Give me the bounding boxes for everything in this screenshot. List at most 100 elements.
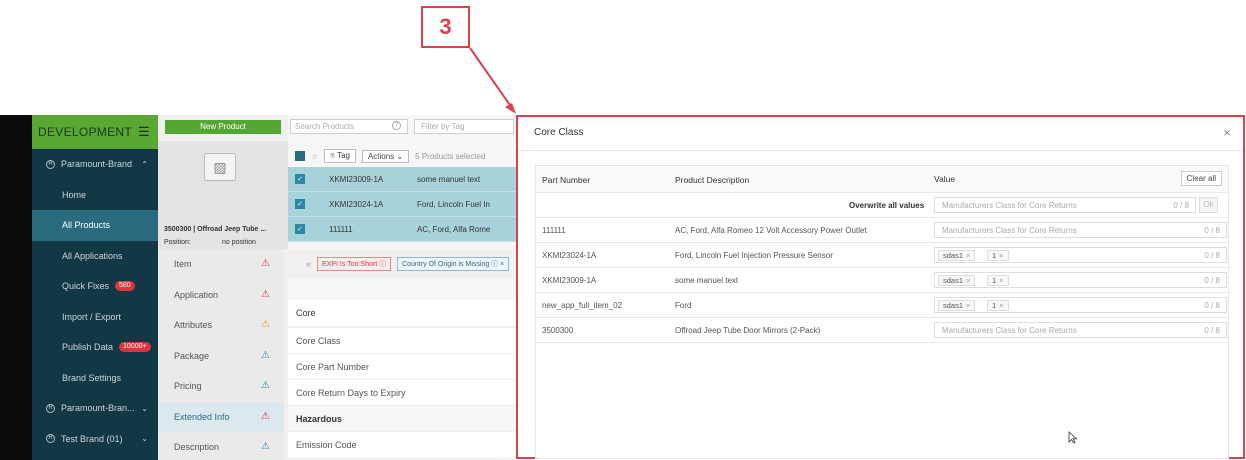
- product-name: 3500300 | Offroad Jeep Tube ...: [164, 226, 267, 233]
- validation-tags-bar: « EXPI Is Too Short ⓘ Country Of Origin …: [288, 249, 518, 279]
- value-chip[interactable]: 1 ×: [987, 275, 1009, 286]
- sidebar-item-all-products[interactable]: All Products: [32, 210, 158, 241]
- position-value: no position: [222, 239, 256, 246]
- error-tag[interactable]: EXPI Is Too Short ⓘ: [317, 257, 392, 271]
- sidebar-brand-paramount-2[interactable]: R Paramount-Bran... ⌄: [32, 393, 158, 424]
- tag-button[interactable]: ⌾ Tag: [324, 149, 356, 163]
- section-application[interactable]: Application ⚠: [158, 279, 284, 310]
- registered-icon: R: [46, 434, 55, 444]
- count-badge: 10000+: [119, 342, 151, 353]
- value-chip[interactable]: sdas1 ×: [938, 275, 976, 286]
- product-description: Ford: [675, 301, 692, 310]
- remove-icon[interactable]: ×: [966, 251, 970, 260]
- remove-icon[interactable]: ×: [999, 301, 1003, 310]
- sidebar-item-publish-data[interactable]: Publish Data 10000+: [32, 332, 158, 363]
- char-count: 0 / 8: [1204, 251, 1220, 260]
- product-description: AC, Ford, Alfa Rome: [417, 224, 491, 234]
- row-checkbox[interactable]: ✓: [295, 174, 305, 184]
- info-tag[interactable]: Country Of Origin is Missing ⓘ ×: [397, 257, 510, 271]
- part-number: 3500300: [542, 326, 574, 335]
- sidebar-brand-test[interactable]: R Test Brand (01) ⌄: [32, 424, 158, 455]
- section-item[interactable]: Item ⚠: [158, 249, 284, 280]
- field-emission-code[interactable]: Emission Code: [288, 431, 518, 457]
- search-input[interactable]: Search Products ?: [290, 119, 408, 134]
- chip-label: sdas1: [943, 301, 964, 310]
- table-row[interactable]: ✓ XKMI23009-1A some manuel text: [288, 167, 518, 192]
- hazardous-section-header: Hazardous: [288, 405, 518, 431]
- table-row: 3500300 Offroad Jeep Tube Door Mirrors (…: [536, 318, 1228, 343]
- filter-placeholder: Filter by Tag: [421, 122, 465, 131]
- step-number-marker: 3: [421, 6, 470, 48]
- sidebar: DEVELOPMENT ☰ R Paramount-Brand ⌃ Home A…: [32, 115, 158, 460]
- value-input[interactable]: sdas1 × 1 × 0 / 8: [934, 297, 1227, 313]
- section-package[interactable]: Package ⚠: [158, 340, 284, 371]
- double-chevron-left-icon[interactable]: «: [306, 259, 311, 269]
- section-pricing[interactable]: Pricing ⚠: [158, 371, 284, 402]
- char-count: 0 / 8: [1173, 201, 1189, 210]
- section-attributes[interactable]: Attributes ⚠: [158, 310, 284, 341]
- remove-icon[interactable]: ×: [999, 251, 1003, 260]
- part-number: XKMI23009-1A: [329, 174, 384, 184]
- input-placeholder: Manufacturers Class for Core Returns: [942, 326, 1077, 335]
- new-product-button[interactable]: New Product: [165, 120, 281, 134]
- hamburger-menu-icon[interactable]: ☰: [138, 124, 150, 140]
- field-core-return-days[interactable]: Core Return Days to Expiry: [288, 379, 518, 405]
- table-row: 111111 AC, Ford, Alfa Romeo 12 Volt Acce…: [536, 218, 1228, 243]
- remove-icon[interactable]: ×: [999, 276, 1003, 285]
- value-chip[interactable]: sdas1 ×: [938, 300, 976, 311]
- value-input[interactable]: sdas1 × 1 × 0 / 8: [934, 247, 1227, 263]
- info-tag-label: Country Of Origin is Missing: [402, 261, 490, 268]
- overwrite-value-input[interactable]: Manufacturers Class for Core Returns 0 /…: [934, 197, 1196, 213]
- section-extended-info[interactable]: Extended Info ⚠: [158, 401, 284, 432]
- sidebar-item-import-export[interactable]: Import / Export: [32, 302, 158, 333]
- product-description: Ford, Lincoln Fuel Injection Pressure Se…: [675, 251, 833, 260]
- part-number: XKMI23024-1A: [329, 199, 384, 209]
- value-input[interactable]: sdas1 × 1 × 0 / 8: [934, 272, 1227, 288]
- sidebar-item-label: All Products: [62, 220, 111, 231]
- product-description: some manuel text: [675, 276, 739, 285]
- row-checkbox[interactable]: ✓: [295, 199, 305, 209]
- sidebar-item-brand-settings[interactable]: Brand Settings: [32, 363, 158, 394]
- sidebar-item-home[interactable]: Home: [32, 180, 158, 211]
- clear-all-button[interactable]: Clear all: [1180, 171, 1222, 186]
- input-placeholder: Manufacturers Class for Core Returns: [942, 226, 1077, 235]
- remove-icon[interactable]: ×: [966, 276, 970, 285]
- table-row[interactable]: ✓ 111111 AC, Ford, Alfa Rome: [288, 217, 518, 242]
- star-icon[interactable]: ☆: [311, 152, 318, 161]
- actions-dropdown[interactable]: Actions ⌄: [361, 149, 410, 163]
- select-all-checkbox[interactable]: [295, 151, 305, 161]
- close-icon[interactable]: ×: [1223, 125, 1231, 140]
- field-core-part-number[interactable]: Core Part Number: [288, 353, 518, 379]
- value-chip[interactable]: 1 ×: [987, 250, 1009, 261]
- remove-icon[interactable]: ×: [966, 301, 970, 310]
- warning-icon: ⚠: [261, 288, 270, 300]
- value-input[interactable]: Manufacturers Class for Core Returns 0 /…: [934, 222, 1227, 238]
- sidebar-item-quick-fixes[interactable]: Quick Fixes 580: [32, 271, 158, 302]
- sidebar-item-label: All Applications: [62, 250, 123, 261]
- sidebar-header: DEVELOPMENT ☰: [32, 115, 158, 149]
- table-row: XKMI23009-1A some manuel text sdas1 × 1 × …: [536, 268, 1228, 293]
- ok-button[interactable]: Ok: [1199, 197, 1218, 213]
- field-core-class[interactable]: Core Class: [288, 327, 518, 353]
- char-count: 0 / 8: [1204, 301, 1220, 310]
- part-number: XKMI23024-1A: [542, 251, 597, 260]
- row-checkbox[interactable]: ✓: [295, 224, 305, 234]
- value-chip[interactable]: sdas1 ×: [938, 250, 976, 261]
- value-input[interactable]: Manufacturers Class for Core Returns 0 /…: [934, 322, 1227, 338]
- overwrite-row: Overwrite all values Manufacturers Class…: [536, 193, 1228, 218]
- product-description: some manuel text: [417, 174, 481, 184]
- chip-label: sdas1: [943, 276, 964, 285]
- filter-tag-input[interactable]: Filter by Tag: [414, 119, 514, 134]
- sidebar-item-label: Brand Settings: [62, 372, 122, 383]
- list-toolbar: ☆ ⌾ Tag Actions ⌄ 5 Products selected: [288, 145, 518, 167]
- section-description[interactable]: Description ⚠: [158, 432, 284, 460]
- image-placeholder-icon: ▨: [204, 153, 236, 181]
- sidebar-brand-paramount[interactable]: R Paramount-Brand ⌃: [32, 149, 158, 180]
- product-description: Ford, Lincoln Fuel In: [417, 199, 490, 209]
- table-row[interactable]: ✓ XKMI23024-1A Ford, Lincoln Fuel In: [288, 192, 518, 217]
- value-chip[interactable]: 1 ×: [987, 300, 1009, 311]
- sidebar-item-all-applications[interactable]: All Applications: [32, 241, 158, 272]
- chevron-up-icon: ⌃: [141, 159, 148, 169]
- table-row: new_app_full_item_02 Ford sdas1 × 1 × 0 / …: [536, 293, 1228, 318]
- help-icon[interactable]: ?: [392, 121, 401, 130]
